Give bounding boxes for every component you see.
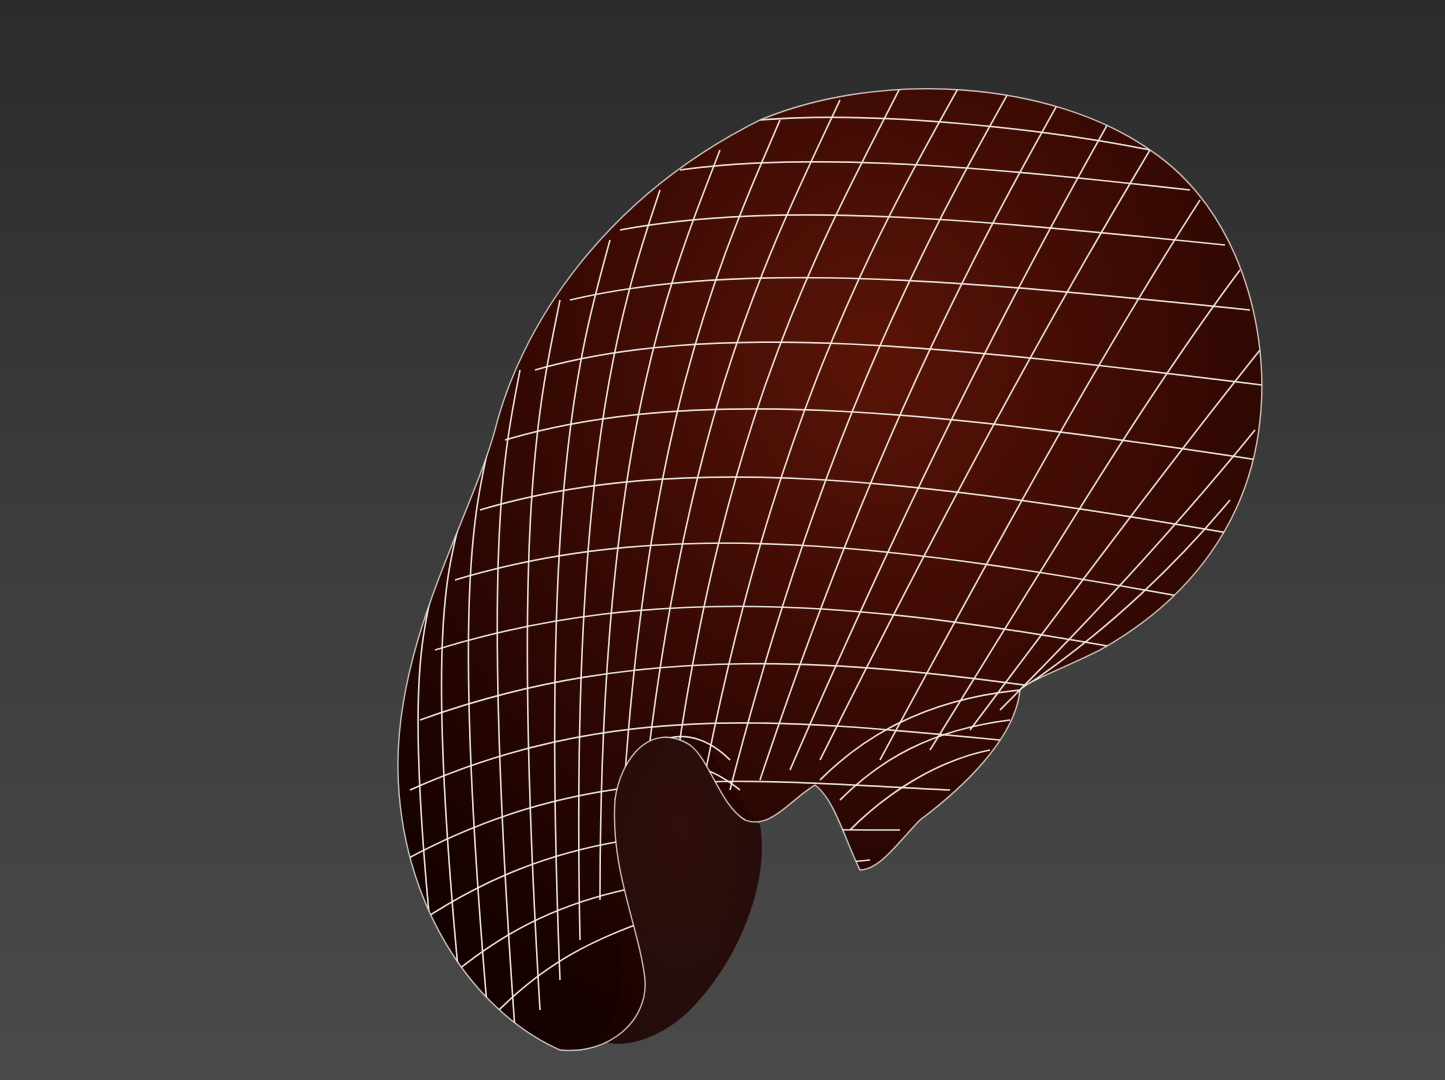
mesh-object[interactable] bbox=[397, 85, 1263, 1052]
mesh-surface bbox=[397, 88, 1262, 1051]
viewport-canvas[interactable] bbox=[0, 0, 1445, 1080]
3d-viewport[interactable] bbox=[0, 0, 1445, 1080]
